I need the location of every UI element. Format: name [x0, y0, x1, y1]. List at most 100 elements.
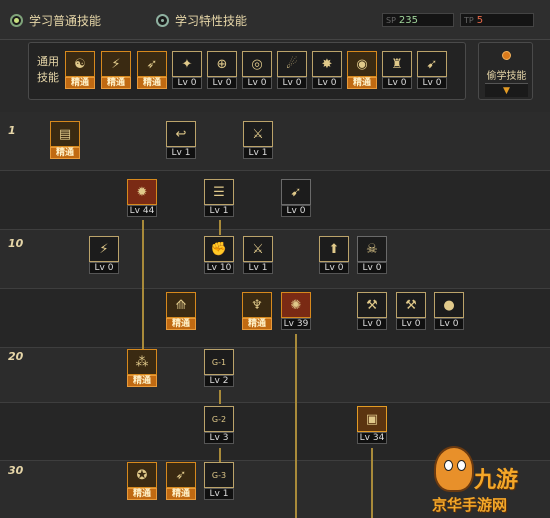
skill-slot[interactable]: ⚡ 精通: [101, 51, 131, 89]
skill-connector: [142, 220, 144, 350]
skill-slot[interactable]: ● Lv 0: [434, 292, 464, 330]
tree-stripe: [0, 289, 550, 347]
skill-slot[interactable]: G-3 Lv 1: [204, 462, 234, 500]
radio-checked-icon: [10, 13, 23, 27]
skill-connector: [219, 390, 221, 404]
general-label-line2: 技能: [37, 71, 59, 84]
kick-icon: ⚡: [101, 51, 131, 77]
hammer-icon: ⚒: [396, 292, 426, 318]
skill-level: Lv 1: [243, 147, 273, 159]
gem-icon: [502, 51, 511, 60]
skill-slot[interactable]: ⚡ Lv 0: [89, 236, 119, 274]
swing-icon: ↩: [166, 121, 196, 147]
skill-level: Lv 0: [357, 318, 387, 330]
skill-slot[interactable]: ✸ Lv 0: [312, 51, 342, 89]
skill-slot[interactable]: ♆ 精通: [242, 292, 272, 330]
skill-slot[interactable]: ↩ Lv 1: [166, 121, 196, 159]
tp-counter: TP 5: [460, 13, 534, 27]
skill-slot[interactable]: ⚒ Lv 0: [357, 292, 387, 330]
skill-level: 精通: [347, 77, 377, 89]
skill-slot[interactable]: ▤ 精通: [50, 121, 80, 159]
target-icon: ◎: [242, 51, 272, 77]
shield-icon: ◉: [347, 51, 377, 77]
skill-slot[interactable]: ✹ Lv 44: [127, 179, 157, 217]
skill-slot[interactable]: ✦ Lv 0: [172, 51, 202, 89]
tab-label: 学习特性技能: [175, 13, 248, 28]
skill-level: Lv 1: [243, 262, 273, 274]
skill-level: Lv 0: [417, 77, 447, 89]
mask-icon: ☠: [357, 236, 387, 262]
skill-slot[interactable]: ▣ Lv 34: [357, 406, 387, 444]
skill-level: 精通: [50, 147, 80, 159]
skill-level: Lv 1: [204, 205, 234, 217]
dropdown-arrow-icon[interactable]: ▼: [485, 83, 528, 97]
tab-normal-skills[interactable]: 学习普通技能: [10, 11, 101, 29]
burst-icon: ✸: [312, 51, 342, 77]
skill-slot[interactable]: ⬆ Lv 0: [319, 236, 349, 274]
skill-level: 精通: [166, 488, 196, 500]
skill-level: Lv 0: [89, 262, 119, 274]
skill-slot[interactable]: ⊕ Lv 0: [207, 51, 237, 89]
skill-slot[interactable]: ⚔ Lv 1: [243, 236, 273, 274]
skill-slot[interactable]: ✪ 精通: [127, 462, 157, 500]
grenade-icon: ●: [434, 292, 464, 318]
charge-icon: ☄: [277, 51, 307, 77]
tab-label: 学习普通技能: [29, 13, 102, 28]
skill-connector: [219, 448, 221, 462]
skill-level: Lv 39: [281, 318, 311, 330]
skill-connector: [295, 334, 297, 518]
skill-slot[interactable]: G-2 Lv 3: [204, 406, 234, 444]
skill-level: Lv 0: [172, 77, 202, 89]
tab-trait-skills[interactable]: 学习特性技能: [156, 11, 247, 29]
axe-icon: ⚒: [357, 292, 387, 318]
steal-skills-label: 偷学技能: [486, 71, 527, 82]
crosshair-icon: ⊕: [207, 51, 237, 77]
sp-value: 235: [398, 14, 418, 26]
skill-level: Lv 0: [357, 262, 387, 274]
stomp-icon: ⬆: [319, 236, 349, 262]
skill-slot[interactable]: ➹ Lv 0: [417, 51, 447, 89]
skill-level: Lv 0: [312, 77, 342, 89]
mascot-bird-icon: [434, 446, 474, 492]
skill-level: Lv 2: [204, 375, 234, 387]
skill-slot[interactable]: ☠ Lv 0: [357, 236, 387, 274]
skill-level: Lv 0: [277, 77, 307, 89]
skill-slot[interactable]: ◎ Lv 0: [242, 51, 272, 89]
skill-level: 精通: [101, 77, 131, 89]
tree-stripe: [0, 171, 550, 229]
skill-slot[interactable]: ➹ Lv 0: [281, 179, 311, 217]
sp-counter: SP 235: [382, 13, 454, 27]
skill-slot[interactable]: ♜ Lv 0: [382, 51, 412, 89]
turret-icon: ▣: [357, 406, 387, 432]
rage-icon: ♆: [242, 292, 272, 318]
steal-skills-panel[interactable]: 偷学技能 ▼: [478, 42, 533, 100]
bomb-icon: ✪: [127, 462, 157, 488]
skill-level: Lv 10: [204, 262, 234, 274]
arrow-spread-icon: ⟰: [166, 292, 196, 318]
fist-icon: ✊: [204, 236, 234, 262]
skill-slot[interactable]: ⚔ Lv 1: [243, 121, 273, 159]
skill-slot[interactable]: ☄ Lv 0: [277, 51, 307, 89]
skill-slot[interactable]: ☰ Lv 1: [204, 179, 234, 217]
skill-slot[interactable]: ➶ 精通: [137, 51, 167, 89]
skill-slot[interactable]: ✺ Lv 39: [281, 292, 311, 330]
skill-slot[interactable]: ⟰ 精通: [166, 292, 196, 330]
skill-level: 精通: [166, 318, 196, 330]
skill-slot[interactable]: ◉ 精通: [347, 51, 377, 89]
armor-icon: ♜: [382, 51, 412, 77]
tree-stripe: [0, 230, 550, 288]
skill-slot[interactable]: ➶ 精通: [166, 462, 196, 500]
skill-level: Lv 34: [357, 432, 387, 444]
skill-slot[interactable]: ⚒ Lv 0: [396, 292, 426, 330]
skill-level: 精通: [127, 375, 157, 387]
skill-slot[interactable]: G-1 Lv 2: [204, 349, 234, 387]
tp-value: 5: [476, 14, 484, 26]
skill-slot[interactable]: ☯ 精通: [65, 51, 95, 89]
general-skills-label: 通用 技能: [33, 54, 63, 86]
skill-slot[interactable]: ⁂ 精通: [127, 349, 157, 387]
row-level-label: 10: [8, 237, 24, 250]
book-icon: ▤: [50, 121, 80, 147]
skill-slot[interactable]: ✊ Lv 10: [204, 236, 234, 274]
top-bar: 学习普通技能 学习特性技能 SP 235 TP 5: [0, 0, 550, 40]
g3-icon: G-3: [204, 462, 234, 488]
